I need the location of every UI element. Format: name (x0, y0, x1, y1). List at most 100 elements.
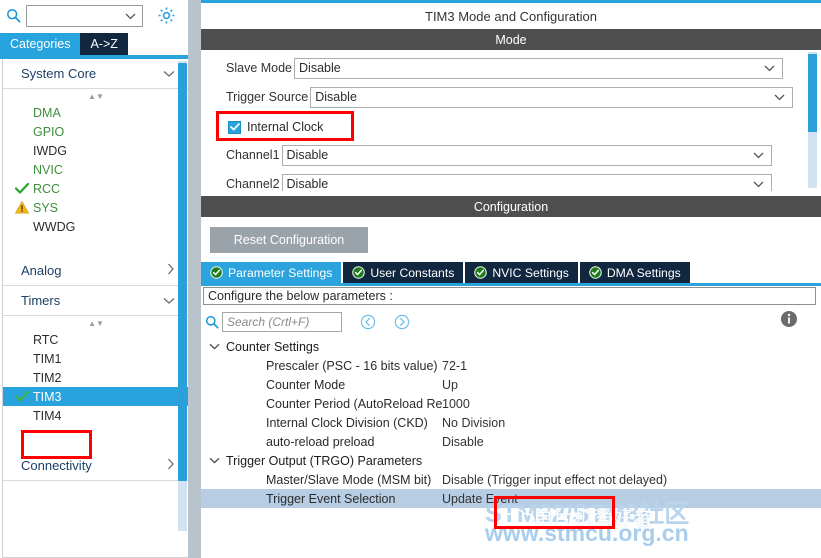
sidebar-item-tim2[interactable]: TIM2 (3, 368, 189, 387)
sidebar-item-tim4[interactable]: TIM4 (3, 406, 189, 425)
peripheral-tree: System Core ▲ ▼ DMA GPIO IWDG NVIC RCC S… (2, 59, 190, 558)
sidebar-scrollbar-thumb[interactable] (178, 63, 187, 481)
sidebar-group-timers[interactable]: Timers (3, 286, 189, 316)
sidebar-item-rtc[interactable]: RTC (3, 330, 189, 349)
table-row[interactable]: Trigger Event Selection Update Event (201, 489, 821, 508)
mode-section-header: Mode (201, 29, 821, 50)
warning-icon (15, 201, 29, 215)
chevron-down-icon (774, 90, 785, 104)
chevron-right-icon (167, 458, 175, 473)
tab-dma-settings[interactable]: DMA Settings (579, 262, 690, 283)
mode-scrollbar-thumb[interactable] (808, 54, 817, 132)
configuration-tab-bar: Parameter Settings User Constants NVIC S… (201, 262, 692, 283)
sidebar-tab-bar: Categories A->Z (0, 31, 196, 55)
param-counter-mode-value: Up (442, 377, 458, 392)
sidebar-item-rcc-label: RCC (33, 181, 61, 196)
stm32cubemx-window: Categories A->Z System Core ▲▼ DMA GPIO (0, 0, 821, 558)
configuration-section-body: Reset Configuration Parameter Settings U… (201, 217, 821, 558)
param-counter-period-value: 1000 (442, 396, 470, 411)
channel1-select[interactable]: Disable (281, 144, 772, 166)
configuration-tab-underline (201, 283, 821, 286)
info-icon[interactable] (780, 310, 798, 333)
parameter-search-input[interactable]: Search (Crtl+F) (222, 312, 342, 332)
chevron-down-icon (163, 67, 175, 81)
sidebar-group-connectivity[interactable]: Connectivity (3, 451, 189, 481)
search-icon (0, 8, 26, 23)
slave-mode-value: Disable (299, 61, 341, 75)
panel-divider[interactable] (188, 0, 201, 558)
gear-icon[interactable] (157, 6, 176, 25)
configuration-section-header: Configuration (201, 196, 821, 217)
chevron-down-icon (209, 455, 220, 467)
slave-mode-select[interactable]: Disable (294, 57, 784, 79)
param-clock-division-value: No Division (442, 415, 506, 430)
chevron-down-icon (209, 341, 220, 353)
scroll-spinner-up[interactable]: ▲ ▼ (3, 89, 189, 103)
table-row[interactable]: Counter Mode Up (201, 375, 821, 394)
sidebar-item-tim3[interactable]: TIM3 (3, 387, 189, 406)
tab-categories[interactable]: Categories (0, 33, 81, 55)
sidebar-item-wwdg-label: WWDG (33, 219, 76, 234)
internal-clock-row[interactable]: Internal Clock (201, 117, 821, 137)
check-circle-icon (210, 266, 223, 279)
section-trigger-output[interactable]: Trigger Output (TRGO) Parameters (201, 451, 821, 470)
tab-nvic-settings[interactable]: NVIC Settings (465, 262, 578, 283)
param-master-slave-mode-name: Master/Slave Mode (MSM bit) (266, 472, 432, 487)
search-input[interactable] (26, 4, 143, 27)
main-panel: TIM3 Mode and Configuration Mode Slave M… (201, 0, 821, 558)
tab-user-constants[interactable]: User Constants (343, 262, 464, 283)
sidebar-item-gpio[interactable]: GPIO (3, 122, 189, 141)
table-row[interactable]: auto-reload preload Disable (201, 432, 821, 451)
page-title: TIM3 Mode and Configuration (201, 3, 821, 29)
sidebar-item-tim1[interactable]: TIM1 (3, 349, 189, 368)
chevron-down-icon (753, 148, 764, 162)
sidebar-group-timers-label: Timers (21, 293, 61, 308)
circle-right-arrow-icon[interactable] (394, 314, 410, 330)
trigger-source-select[interactable]: Disable (310, 86, 794, 108)
sidebar-group-system-core[interactable]: System Core (3, 59, 189, 89)
reset-configuration-button[interactable]: Reset Configuration (210, 227, 368, 253)
tab-a-to-z-label: A->Z (90, 37, 118, 51)
trigger-source-value: Disable (315, 90, 357, 104)
channel2-value: Disable (286, 177, 329, 191)
sidebar-search-row (0, 0, 196, 31)
sidebar-group-analog-label: Analog (21, 263, 62, 278)
tab-a-to-z[interactable]: A->Z (80, 33, 128, 55)
chevron-down-icon (125, 7, 136, 25)
table-row[interactable]: Prescaler (PSC - 16 bits value) 72-1 (201, 356, 821, 375)
channel1-row: Channel1 Disable (201, 144, 821, 166)
param-prescaler-value: 72-1 (442, 358, 468, 373)
sidebar-item-nvic[interactable]: NVIC (3, 160, 189, 179)
sidebar-item-tim3-label: TIM3 (33, 389, 62, 404)
scroll-spinner-timers[interactable]: ▲ ▼ (3, 316, 189, 330)
channel2-select[interactable]: Disable (281, 173, 772, 191)
sidebar-group-system-core-label: System Core (21, 66, 97, 81)
table-row[interactable]: Master/Slave Mode (MSM bit) Disable (Tri… (201, 470, 821, 489)
parameter-list: Counter Settings Prescaler (PSC - 16 bit… (201, 337, 821, 508)
sidebar-item-iwdg[interactable]: IWDG (3, 141, 189, 160)
circle-left-arrow-icon[interactable] (360, 314, 376, 330)
parameter-search-row: Search (Crtl+F) (205, 311, 410, 333)
table-row[interactable]: Internal Clock Division (CKD) No Divisio… (201, 413, 821, 432)
channel1-label: Channel1 (226, 148, 280, 162)
sidebar-item-sys[interactable]: SYS (3, 198, 189, 217)
sidebar-item-dma[interactable]: DMA (3, 103, 189, 122)
sidebar-item-wwdg[interactable]: WWDG (3, 217, 189, 236)
section-counter-settings[interactable]: Counter Settings (201, 337, 821, 356)
check-icon (15, 390, 29, 404)
section-counter-settings-label: Counter Settings (226, 339, 320, 354)
chevron-right-icon (167, 263, 175, 278)
sidebar-group-analog[interactable]: Analog (3, 256, 189, 286)
sidebar-item-tim1-label: TIM1 (33, 351, 62, 366)
param-trigger-event-selection-name: Trigger Event Selection (266, 491, 396, 506)
tab-parameter-settings[interactable]: Parameter Settings (201, 262, 342, 283)
search-icon (205, 315, 219, 329)
check-circle-icon (474, 266, 488, 279)
sidebar-item-rcc[interactable]: RCC (3, 179, 189, 198)
tab-parameter-settings-label: Parameter Settings (228, 265, 333, 280)
internal-clock-checkbox[interactable] (228, 120, 241, 134)
sidebar: Categories A->Z System Core ▲▼ DMA GPIO (0, 0, 196, 558)
table-row[interactable]: Counter Period (AutoReload Register - ..… (201, 394, 821, 413)
tab-user-constants-label: User Constants (370, 265, 455, 280)
